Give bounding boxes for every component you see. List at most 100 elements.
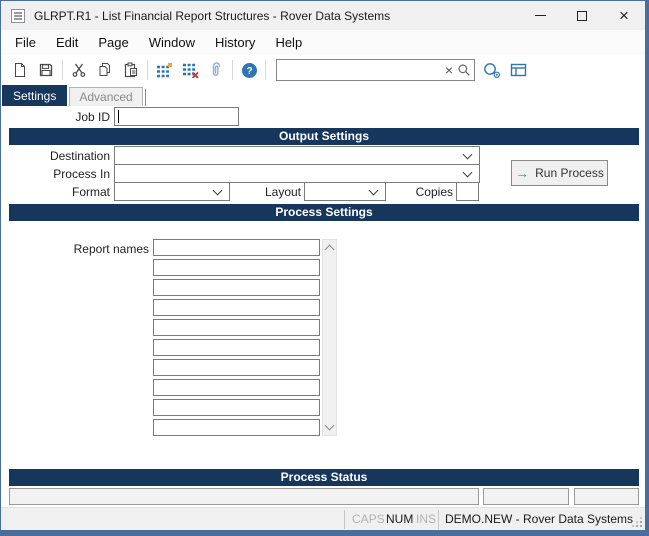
session-label: DEMO.NEW - Rover Data Systems <box>445 512 634 526</box>
job-id-label: Job ID <box>75 110 110 124</box>
caps-indicator: CAPS <box>352 512 385 526</box>
copies-label: Copies <box>415 185 453 199</box>
insert-row-button[interactable] <box>151 58 177 82</box>
zoom-preview-icon <box>484 62 501 78</box>
app-icon <box>11 8 25 23</box>
new-document-icon <box>15 63 25 77</box>
report-name-input-8[interactable] <box>153 399 320 416</box>
window-frame: GLRPT.R1 - List Financial Report Structu… <box>0 0 649 536</box>
chevron-down-icon <box>462 167 473 178</box>
table-layout-button[interactable] <box>505 58 531 82</box>
save-button[interactable] <box>33 58 59 82</box>
destination-label: Destination <box>49 149 110 163</box>
report-name-input-4[interactable] <box>153 319 320 336</box>
process-status-field-main <box>9 488 479 505</box>
report-name-input-1[interactable] <box>153 259 320 276</box>
tab-strip: Settings Advanced <box>2 85 146 106</box>
paste-button[interactable] <box>118 58 144 82</box>
save-icon <box>39 63 53 77</box>
layout-label: Layout <box>264 185 301 199</box>
tab-divider <box>144 89 146 106</box>
cut-icon <box>72 63 86 77</box>
layout-select[interactable] <box>304 182 386 201</box>
delete-row-button[interactable] <box>177 58 203 82</box>
process-in-label: Process In <box>53 167 110 181</box>
chevron-down-icon <box>212 185 223 196</box>
menu-history[interactable]: History <box>205 32 265 53</box>
report-name-input-3[interactable] <box>153 299 320 316</box>
cut-button[interactable] <box>66 58 92 82</box>
close-icon: × <box>619 6 629 25</box>
process-status-field-2 <box>483 488 569 505</box>
toolbar-separator <box>265 60 266 80</box>
scroll-up-icon[interactable] <box>324 244 335 255</box>
tab-advanced[interactable]: Advanced <box>69 87 143 106</box>
resize-grip[interactable] <box>631 516 643 528</box>
help-icon: ? <box>241 62 257 78</box>
menu-help[interactable]: Help <box>265 32 312 53</box>
format-select[interactable] <box>114 182 230 201</box>
table-layout-icon <box>510 63 526 77</box>
search-box: × <box>276 59 475 81</box>
minimize-icon <box>534 15 546 16</box>
run-process-label: Run Process <box>535 166 604 180</box>
menu-edit[interactable]: Edit <box>46 32 88 53</box>
menu-bar: File Edit Page Window History Help <box>1 30 645 55</box>
job-id-input[interactable] <box>114 107 239 126</box>
minimize-button[interactable] <box>519 1 561 30</box>
report-name-input-9[interactable] <box>153 419 320 436</box>
report-names-scrollbar[interactable] <box>322 239 337 436</box>
report-name-input-5[interactable] <box>153 339 320 356</box>
process-status-header: Process Status <box>9 469 639 486</box>
copy-icon <box>99 63 110 76</box>
report-name-input-7[interactable] <box>153 379 320 396</box>
attachment-icon <box>212 62 221 76</box>
copies-input[interactable] <box>456 182 479 201</box>
process-status-field-3 <box>574 488 639 505</box>
toolbar-separator <box>147 60 148 80</box>
statusbar-separator <box>344 510 345 529</box>
run-arrow-icon: → <box>515 165 530 181</box>
report-name-input-6[interactable] <box>153 359 320 376</box>
app-window: GLRPT.R1 - List Financial Report Structu… <box>1 1 645 530</box>
title-bar: GLRPT.R1 - List Financial Report Structu… <box>1 1 645 30</box>
report-names-label: Report names <box>73 242 149 256</box>
report-name-input-2[interactable] <box>153 279 320 296</box>
maximize-icon <box>577 10 587 21</box>
num-indicator: NUM <box>386 512 414 526</box>
menu-window[interactable]: Window <box>139 32 205 53</box>
format-label: Format <box>71 185 110 199</box>
search-input[interactable] <box>277 61 441 79</box>
new-document-button[interactable] <box>7 58 33 82</box>
run-process-button[interactable]: → Run Process <box>511 160 608 186</box>
paste-icon <box>124 62 137 78</box>
process-in-select[interactable] <box>114 164 480 183</box>
menu-page[interactable]: Page <box>88 32 138 53</box>
maximize-button[interactable] <box>561 1 603 30</box>
chevron-down-icon <box>368 185 379 196</box>
svg-text:?: ? <box>246 66 252 77</box>
text-caret <box>118 110 119 123</box>
output-settings-header: Output Settings <box>9 128 639 145</box>
tab-settings[interactable]: Settings <box>2 85 68 106</box>
toolbar: ? × <box>1 55 645 85</box>
insert-row-icon <box>156 63 172 78</box>
close-button[interactable]: × <box>603 1 645 30</box>
ins-indicator: INS <box>416 512 437 526</box>
copy-button[interactable] <box>92 58 118 82</box>
status-bar: CAPS NUM INS DEMO.NEW - Rover Data Syste… <box>1 507 645 530</box>
zoom-preview-button[interactable] <box>479 58 505 82</box>
statusbar-separator <box>438 510 439 529</box>
window-title: GLRPT.R1 - List Financial Report Structu… <box>34 8 391 23</box>
search-icon[interactable] <box>457 63 474 77</box>
attachment-button[interactable] <box>203 58 229 82</box>
clear-search-icon[interactable]: × <box>441 63 457 77</box>
toolbar-separator <box>232 60 233 80</box>
process-settings-header: Process Settings <box>9 204 639 221</box>
scroll-down-icon[interactable] <box>324 420 335 431</box>
help-button[interactable]: ? <box>236 58 262 82</box>
destination-select[interactable] <box>114 146 480 165</box>
chevron-down-icon <box>462 149 473 160</box>
report-name-input-0[interactable] <box>153 239 320 256</box>
menu-file[interactable]: File <box>5 32 46 53</box>
